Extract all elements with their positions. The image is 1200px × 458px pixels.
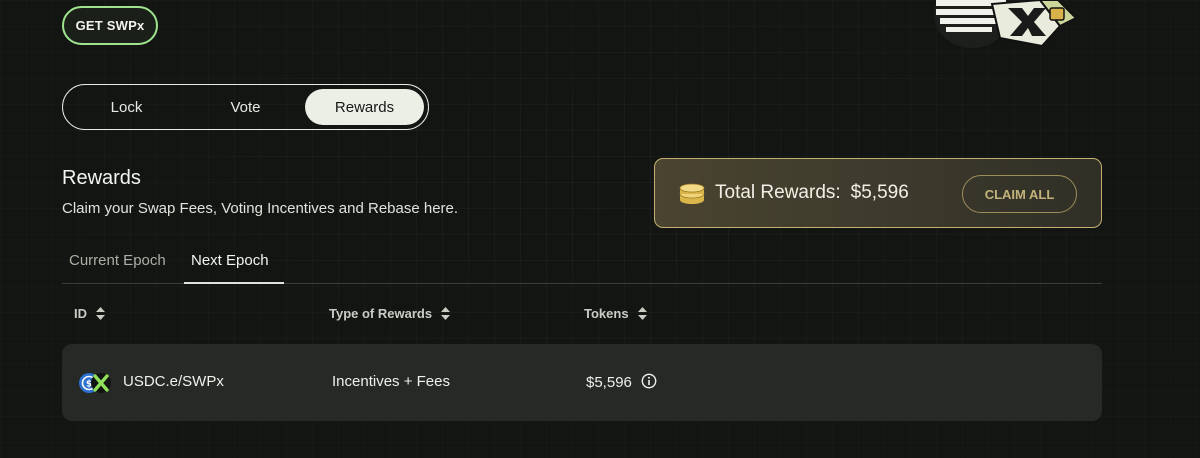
pool-id: USDC.e/SWPx: [123, 373, 224, 390]
rewards-title: Rewards: [62, 167, 141, 189]
column-header-label: ID: [74, 306, 87, 321]
tab-vote[interactable]: Vote: [186, 89, 305, 125]
sort-icon: [96, 307, 105, 320]
tab-next-epoch[interactable]: Next Epoch: [191, 252, 269, 269]
hero-illustration: [934, 0, 1078, 48]
info-icon[interactable]: [641, 373, 657, 389]
total-rewards-card: Total Rewards: $5,596 CLAIM ALL: [654, 158, 1102, 228]
active-tab-underline: [184, 282, 284, 284]
coins-icon: [679, 183, 705, 204]
total-rewards-label: Total Rewards:: [715, 182, 841, 203]
lock-vote-rewards-tabs: Lock Vote Rewards: [62, 84, 429, 130]
tab-current-epoch[interactable]: Current Epoch: [69, 252, 166, 269]
token-amount: $5,596: [586, 374, 632, 391]
reward-type: Incentives + Fees: [332, 373, 450, 390]
token-pair-icon: $: [79, 373, 111, 393]
sort-icon: [441, 307, 451, 320]
tab-rewards[interactable]: Rewards: [305, 89, 424, 125]
column-header-tokens[interactable]: Tokens: [584, 306, 647, 321]
table-row[interactable]: $ USDC.e/SWPx Incentives + Fees $5,596: [62, 344, 1102, 421]
column-header-type[interactable]: Type of Rewards: [329, 306, 451, 321]
tab-lock[interactable]: Lock: [67, 89, 186, 125]
get-swpx-button[interactable]: GET SWPx: [62, 6, 158, 45]
token-amount-cell: $5,596: [586, 373, 657, 391]
claim-all-button[interactable]: CLAIM ALL: [962, 175, 1077, 213]
total-rewards-value: $5,596: [850, 182, 909, 203]
epoch-tabs: Current Epoch Next Epoch: [62, 244, 1102, 284]
column-header-label: Type of Rewards: [329, 306, 433, 321]
sort-icon: [637, 307, 647, 320]
rewards-subtitle: Claim your Swap Fees, Voting Incentives …: [62, 200, 459, 217]
column-header-id[interactable]: ID: [74, 306, 105, 321]
column-header-label: Tokens: [584, 306, 629, 321]
